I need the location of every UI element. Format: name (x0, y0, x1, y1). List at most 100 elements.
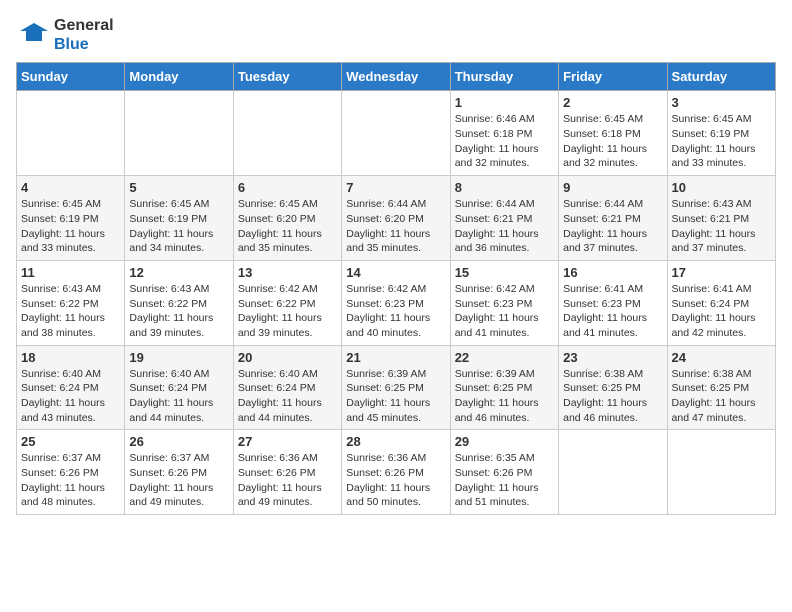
col-header-tuesday: Tuesday (233, 63, 341, 91)
col-header-saturday: Saturday (667, 63, 775, 91)
calendar-cell: 25 Sunrise: 6:37 AM Sunset: 6:26 PM Dayli… (17, 430, 125, 515)
col-header-friday: Friday (559, 63, 667, 91)
day-number: 15 (455, 265, 554, 280)
day-number: 11 (21, 265, 120, 280)
day-info: Sunrise: 6:43 AM Sunset: 6:21 PM Dayligh… (672, 197, 771, 256)
calendar-cell: 1Sunrise: 6:46 AM Sunset: 6:18 PM Daylig… (450, 91, 558, 176)
calendar-cell (667, 430, 775, 515)
day-number: 9 (563, 180, 662, 195)
col-header-monday: Monday (125, 63, 233, 91)
calendar-cell: 4 Sunrise: 6:45 AM Sunset: 6:19 PM Daylig… (17, 176, 125, 261)
calendar-cell: 5 Sunrise: 6:45 AM Sunset: 6:19 PM Daylig… (125, 176, 233, 261)
calendar-cell: 16 Sunrise: 6:41 AM Sunset: 6:23 PM Dayli… (559, 260, 667, 345)
day-number: 17 (672, 265, 771, 280)
day-info: Sunrise: 6:40 AM Sunset: 6:24 PM Dayligh… (238, 367, 337, 426)
col-header-thursday: Thursday (450, 63, 558, 91)
calendar-cell: 9Sunrise: 6:44 AM Sunset: 6:21 PM Daylig… (559, 176, 667, 261)
calendar-cell: 27 Sunrise: 6:36 AM Sunset: 6:26 PM Dayli… (233, 430, 341, 515)
day-number: 1 (455, 95, 554, 110)
day-info: Sunrise: 6:45 AM Sunset: 6:19 PM Dayligh… (672, 112, 771, 171)
day-info: Sunrise: 6:45 AM Sunset: 6:20 PM Dayligh… (238, 197, 337, 256)
calendar-cell: 17 Sunrise: 6:41 AM Sunset: 6:24 PM Dayli… (667, 260, 775, 345)
day-info: Sunrise: 6:39 AM Sunset: 6:25 PM Dayligh… (346, 367, 445, 426)
day-number: 28 (346, 434, 445, 449)
day-number: 7 (346, 180, 445, 195)
day-number: 21 (346, 350, 445, 365)
day-number: 16 (563, 265, 662, 280)
col-header-wednesday: Wednesday (342, 63, 450, 91)
day-info: Sunrise: 6:41 AM Sunset: 6:23 PM Dayligh… (563, 282, 662, 341)
logo-text-blue: Blue (54, 35, 114, 54)
day-info: Sunrise: 6:45 AM Sunset: 6:19 PM Dayligh… (21, 197, 120, 256)
calendar-cell (233, 91, 341, 176)
day-info: Sunrise: 6:45 AM Sunset: 6:18 PM Dayligh… (563, 112, 662, 171)
day-number: 2 (563, 95, 662, 110)
day-number: 25 (21, 434, 120, 449)
day-number: 18 (21, 350, 120, 365)
calendar-cell: 18 Sunrise: 6:40 AM Sunset: 6:24 PM Dayli… (17, 345, 125, 430)
calendar-cell: 7 Sunrise: 6:44 AM Sunset: 6:20 PM Daylig… (342, 176, 450, 261)
day-info: Sunrise: 6:42 AM Sunset: 6:22 PM Dayligh… (238, 282, 337, 341)
calendar-cell: 20 Sunrise: 6:40 AM Sunset: 6:24 PM Dayli… (233, 345, 341, 430)
calendar-cell (125, 91, 233, 176)
logo-bird-icon (16, 21, 48, 49)
calendar-cell (559, 430, 667, 515)
day-number: 6 (238, 180, 337, 195)
day-info: Sunrise: 6:38 AM Sunset: 6:25 PM Dayligh… (672, 367, 771, 426)
calendar-cell: 19 Sunrise: 6:40 AM Sunset: 6:24 PM Dayli… (125, 345, 233, 430)
calendar-cell: 14Sunrise: 6:42 AM Sunset: 6:23 PM Dayli… (342, 260, 450, 345)
calendar-cell: 21 Sunrise: 6:39 AM Sunset: 6:25 PM Dayli… (342, 345, 450, 430)
day-info: Sunrise: 6:43 AM Sunset: 6:22 PM Dayligh… (129, 282, 228, 341)
calendar-cell: 13 Sunrise: 6:42 AM Sunset: 6:22 PM Dayli… (233, 260, 341, 345)
day-info: Sunrise: 6:39 AM Sunset: 6:25 PM Dayligh… (455, 367, 554, 426)
calendar-cell: 28 Sunrise: 6:36 AM Sunset: 6:26 PM Dayli… (342, 430, 450, 515)
day-info: Sunrise: 6:44 AM Sunset: 6:21 PM Dayligh… (455, 197, 554, 256)
calendar-table: SundayMondayTuesdayWednesdayThursdayFrid… (16, 62, 776, 515)
calendar-cell: 8 Sunrise: 6:44 AM Sunset: 6:21 PM Daylig… (450, 176, 558, 261)
calendar-cell: 6 Sunrise: 6:45 AM Sunset: 6:20 PM Daylig… (233, 176, 341, 261)
day-number: 26 (129, 434, 228, 449)
day-number: 4 (21, 180, 120, 195)
calendar-cell: 23Sunrise: 6:38 AM Sunset: 6:25 PM Dayli… (559, 345, 667, 430)
calendar-cell: 22 Sunrise: 6:39 AM Sunset: 6:25 PM Dayli… (450, 345, 558, 430)
day-number: 19 (129, 350, 228, 365)
day-info: Sunrise: 6:40 AM Sunset: 6:24 PM Dayligh… (21, 367, 120, 426)
day-info: Sunrise: 6:41 AM Sunset: 6:24 PM Dayligh… (672, 282, 771, 341)
day-info: Sunrise: 6:43 AM Sunset: 6:22 PM Dayligh… (21, 282, 120, 341)
day-info: Sunrise: 6:36 AM Sunset: 6:26 PM Dayligh… (238, 451, 337, 510)
day-info: Sunrise: 6:37 AM Sunset: 6:26 PM Dayligh… (21, 451, 120, 510)
day-number: 20 (238, 350, 337, 365)
calendar-cell: 10Sunrise: 6:43 AM Sunset: 6:21 PM Dayli… (667, 176, 775, 261)
calendar-cell: 11 Sunrise: 6:43 AM Sunset: 6:22 PM Dayli… (17, 260, 125, 345)
calendar-cell: 29 Sunrise: 6:35 AM Sunset: 6:26 PM Dayli… (450, 430, 558, 515)
day-info: Sunrise: 6:36 AM Sunset: 6:26 PM Dayligh… (346, 451, 445, 510)
day-info: Sunrise: 6:44 AM Sunset: 6:20 PM Dayligh… (346, 197, 445, 256)
day-info: Sunrise: 6:42 AM Sunset: 6:23 PM Dayligh… (455, 282, 554, 341)
calendar-cell: 12 Sunrise: 6:43 AM Sunset: 6:22 PM Dayli… (125, 260, 233, 345)
calendar-cell (342, 91, 450, 176)
logo: General Blue (16, 16, 114, 54)
day-info: Sunrise: 6:35 AM Sunset: 6:26 PM Dayligh… (455, 451, 554, 510)
day-number: 24 (672, 350, 771, 365)
calendar-cell: 15 Sunrise: 6:42 AM Sunset: 6:23 PM Dayli… (450, 260, 558, 345)
calendar-cell (17, 91, 125, 176)
day-number: 22 (455, 350, 554, 365)
day-number: 12 (129, 265, 228, 280)
day-number: 14 (346, 265, 445, 280)
day-info: Sunrise: 6:45 AM Sunset: 6:19 PM Dayligh… (129, 197, 228, 256)
day-number: 29 (455, 434, 554, 449)
header: General Blue (16, 16, 776, 54)
day-info: Sunrise: 6:38 AM Sunset: 6:25 PM Dayligh… (563, 367, 662, 426)
col-header-sunday: Sunday (17, 63, 125, 91)
day-number: 5 (129, 180, 228, 195)
calendar-cell: 2 Sunrise: 6:45 AM Sunset: 6:18 PM Daylig… (559, 91, 667, 176)
day-info: Sunrise: 6:37 AM Sunset: 6:26 PM Dayligh… (129, 451, 228, 510)
day-number: 27 (238, 434, 337, 449)
day-number: 3 (672, 95, 771, 110)
day-info: Sunrise: 6:40 AM Sunset: 6:24 PM Dayligh… (129, 367, 228, 426)
day-number: 13 (238, 265, 337, 280)
calendar-cell: 24 Sunrise: 6:38 AM Sunset: 6:25 PM Dayli… (667, 345, 775, 430)
calendar-cell: 26 Sunrise: 6:37 AM Sunset: 6:26 PM Dayli… (125, 430, 233, 515)
day-number: 8 (455, 180, 554, 195)
logo-text-general: General (54, 16, 114, 35)
